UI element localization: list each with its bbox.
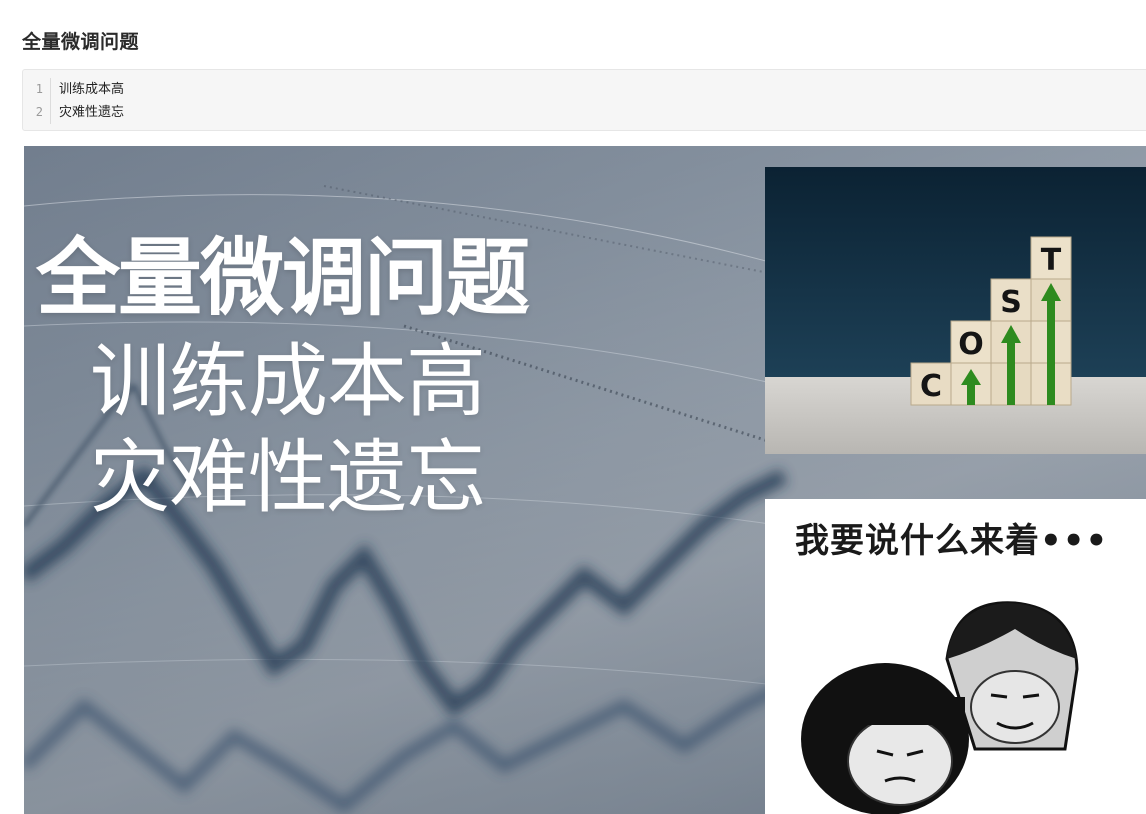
slide-point-training-cost: 训练成本高 xyxy=(90,335,486,428)
cost-letter-o: O xyxy=(958,327,984,362)
line-number: 2 xyxy=(35,105,43,119)
cost-letter-t: T xyxy=(1041,243,1062,278)
meme-image: 我要说什么来着••• xyxy=(765,499,1146,814)
code-block[interactable]: 1 2 训练成本高 灾难性遗忘 xyxy=(22,69,1146,131)
slide-image: 全量微调问题 训练成本高 灾难性遗忘 C O S T 我要说什么来着••• xyxy=(24,146,1146,814)
code-line: 训练成本高 xyxy=(59,82,125,97)
section-heading: 全量微调问题 xyxy=(22,31,140,53)
cost-blocks-image: C O S T xyxy=(765,167,1146,454)
cost-letter-c: C xyxy=(920,369,942,404)
code-lines: 训练成本高 灾难性遗忘 xyxy=(59,78,124,124)
line-number: 1 xyxy=(35,82,43,96)
slide-point-catastrophic-forgetting: 灾难性遗忘 xyxy=(90,431,486,524)
slide-title: 全量微调问题 xyxy=(36,229,530,327)
page: 全量微调问题 1 2 训练成本高 灾难性遗忘 全量微调问题 训练成本高 灾难性遗… xyxy=(0,0,1146,814)
line-number-gutter: 1 2 xyxy=(23,78,51,124)
cost-letter-s: S xyxy=(1000,285,1022,320)
code-line: 灾难性遗忘 xyxy=(59,105,125,120)
